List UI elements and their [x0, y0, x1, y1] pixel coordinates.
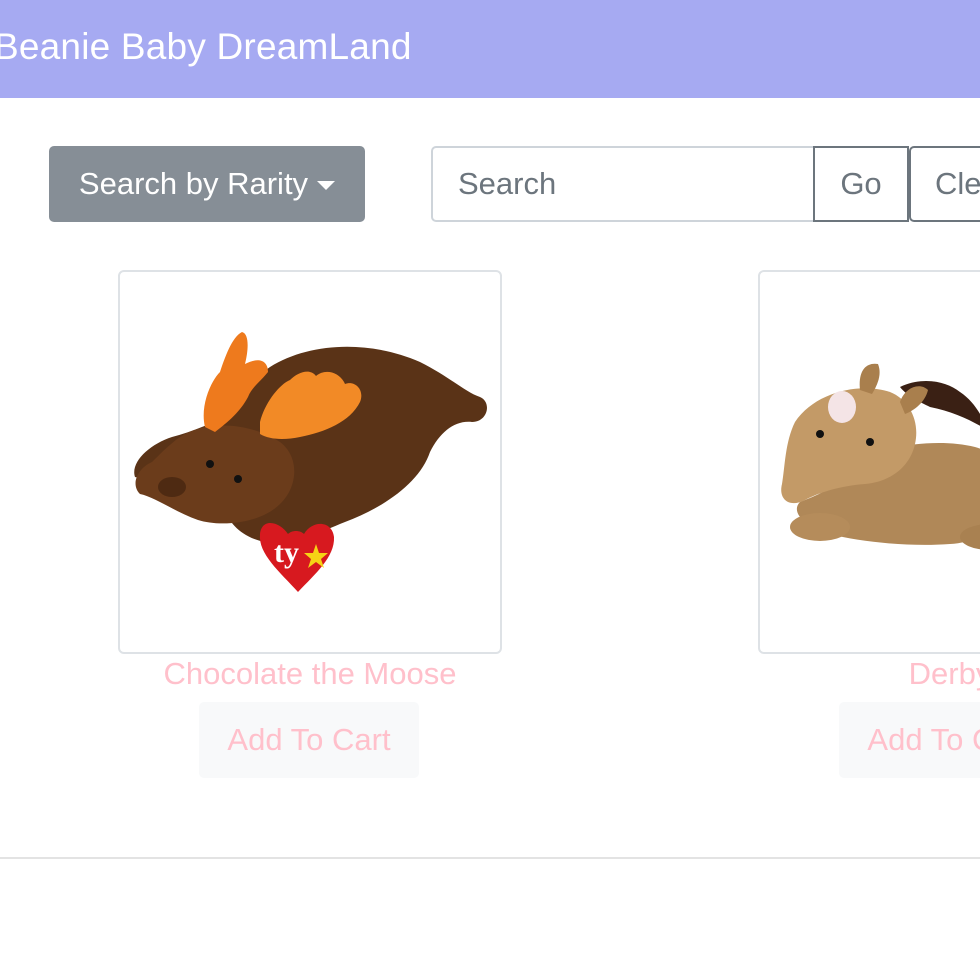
product-image-frame[interactable]	[758, 270, 980, 654]
search-input[interactable]	[431, 146, 815, 222]
product-name[interactable]: Chocolate the Moose	[118, 656, 502, 692]
svg-text:ty: ty	[274, 536, 299, 569]
caret-down-icon	[317, 180, 336, 190]
add-to-cart-button[interactable]: Add To Cart	[199, 702, 419, 778]
rarity-dropdown-button[interactable]: Search by Rarity	[49, 146, 365, 222]
navbar: Beanie Baby DreamLand	[0, 0, 980, 98]
rarity-dropdown-label: Search by Rarity	[78, 166, 309, 201]
page: Beanie Baby DreamLand Search by Rarity G…	[0, 0, 980, 980]
add-to-cart-button[interactable]: Add To Cart	[839, 702, 980, 778]
site-title[interactable]: Beanie Baby DreamLand	[0, 26, 412, 68]
footer-divider	[0, 857, 980, 859]
clear-button[interactable]: Clear	[909, 146, 980, 222]
product-name[interactable]: Derby	[758, 656, 980, 692]
go-button[interactable]: Go	[813, 146, 909, 222]
moose-plush-image: ty	[134, 332, 487, 592]
horse-plush-image	[781, 363, 980, 550]
product-image-frame[interactable]: ty	[118, 270, 502, 654]
